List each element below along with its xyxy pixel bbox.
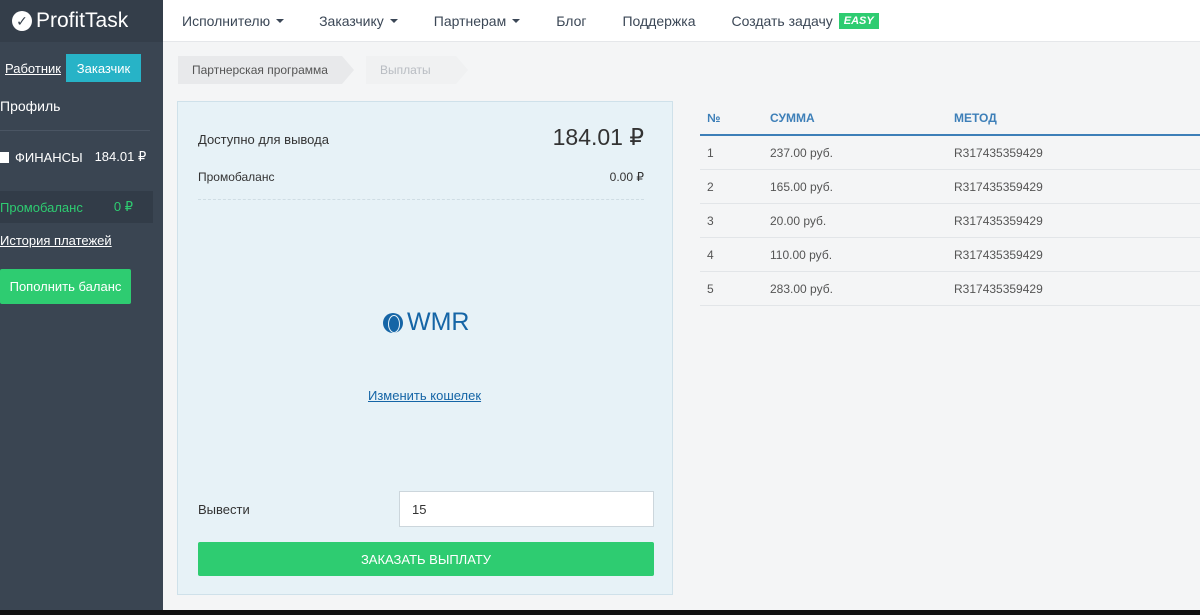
row-method: R317435359429 <box>954 247 1043 262</box>
table-row: 5 283.00 руб. R317435359429 <box>700 272 1200 306</box>
available-label: Доступно для вывода <box>198 132 329 147</box>
row-sum: 110.00 руб. <box>770 247 833 262</box>
role-customer-tab[interactable]: Заказчик <box>66 54 141 82</box>
promo-label: Промобаланс <box>0 199 83 215</box>
row-method: R317435359429 <box>954 213 1043 228</box>
nav-blog[interactable]: Блог <box>556 13 586 29</box>
request-payout-button[interactable]: ЗАКАЗАТЬ ВЫПЛАТУ <box>198 542 654 576</box>
change-wallet-link[interactable]: Изменить кошелек <box>368 388 481 403</box>
nav-performer[interactable]: Исполнителю <box>182 12 285 29</box>
header-number: № <box>707 111 721 125</box>
payouts-table: № СУММА МЕТОД 1 237.00 руб. R31743535942… <box>700 102 1200 306</box>
caret-down-icon <box>389 18 398 23</box>
withdraw-card: Доступно для вывода 184.01 ₽ Промобаланс… <box>177 101 673 595</box>
table-header: № СУММА МЕТОД <box>700 102 1200 136</box>
promo-balance-label: Промобаланс <box>198 170 275 184</box>
row-method: R317435359429 <box>954 179 1043 194</box>
promo-balance-value: 0.00 ₽ <box>609 170 644 184</box>
webmoney-globe-icon <box>383 312 403 333</box>
available-value: 184.01 ₽ <box>552 124 644 150</box>
sidebar-item-promo[interactable]: Промобаланс 0 ₽ <box>0 191 153 223</box>
wmr-logo: WMR <box>383 308 469 337</box>
caret-down-icon <box>512 18 521 23</box>
row-number: 5 <box>707 281 714 296</box>
row-sum: 165.00 руб. <box>770 179 833 194</box>
check-icon: ✓ <box>12 11 32 31</box>
row-method: R317435359429 <box>954 145 1043 160</box>
nav-customer-label: Заказчику <box>319 12 384 29</box>
nav-partners-label: Партнерам <box>433 12 507 29</box>
row-sum: 20.00 руб. <box>770 213 827 228</box>
brand-name: ProfitTask <box>36 9 129 32</box>
table-row: 2 165.00 руб. R317435359429 <box>700 170 1200 204</box>
nav-create-task[interactable]: Создать задачу EASY <box>731 12 879 29</box>
nav-support[interactable]: Поддержка <box>622 13 695 29</box>
row-number: 3 <box>707 213 714 228</box>
top-nav: Исполнителю Заказчику Партнерам Блог Под… <box>163 0 1200 42</box>
table-row: 3 20.00 руб. R317435359429 <box>700 204 1200 238</box>
finance-amount: 184.01 ₽ <box>94 149 147 164</box>
sidebar: ✓ ProfitTask Работник Заказчик Профиль Ф… <box>0 0 163 610</box>
screen-edge <box>0 610 1200 615</box>
caret-down-icon <box>276 18 285 23</box>
nav-performer-label: Исполнителю <box>182 12 271 29</box>
divider <box>198 199 644 200</box>
finance-label: ФИНАНСЫ <box>15 149 83 165</box>
table-row: 1 237.00 руб. R317435359429 <box>700 136 1200 170</box>
wallet-icon <box>0 151 9 163</box>
nav-customer[interactable]: Заказчику <box>319 13 398 29</box>
role-worker-tab[interactable]: Работник <box>0 54 66 82</box>
role-switch: Работник Заказчик <box>0 54 163 82</box>
payment-history-link[interactable]: История платежей <box>0 233 163 251</box>
row-method: R317435359429 <box>954 281 1043 296</box>
table-row: 4 110.00 руб. R317435359429 <box>700 238 1200 272</box>
row-sum: 283.00 руб. <box>770 281 833 296</box>
topup-button[interactable]: Пополнить баланс <box>0 269 131 304</box>
row-number: 1 <box>707 145 714 160</box>
row-number: 4 <box>707 247 714 262</box>
withdraw-amount-input[interactable] <box>399 491 654 527</box>
nav-create-task-label: Создать задачу <box>731 12 833 29</box>
row-sum: 237.00 руб. <box>770 145 833 160</box>
header-sum: СУММА <box>770 111 815 125</box>
easy-badge: EASY <box>838 12 879 29</box>
logo[interactable]: ✓ ProfitTask <box>0 0 163 42</box>
sidebar-item-finance[interactable]: ФИНАНСЫ 184.01 ₽ <box>0 137 163 177</box>
breadcrumb-partner-program[interactable]: Партнерская программа <box>178 56 354 84</box>
row-number: 2 <box>707 179 714 194</box>
header-method: МЕТОД <box>954 111 997 125</box>
divider <box>0 130 150 131</box>
nav-partners[interactable]: Партнерам <box>433 12 521 29</box>
promo-value: 0 ₽ <box>113 199 133 214</box>
breadcrumb-payouts: Выплаты <box>366 56 468 84</box>
withdraw-label: Вывести <box>198 502 250 517</box>
sidebar-item-profile[interactable]: Профиль <box>0 98 163 124</box>
wallet-name: WMR <box>407 308 470 336</box>
